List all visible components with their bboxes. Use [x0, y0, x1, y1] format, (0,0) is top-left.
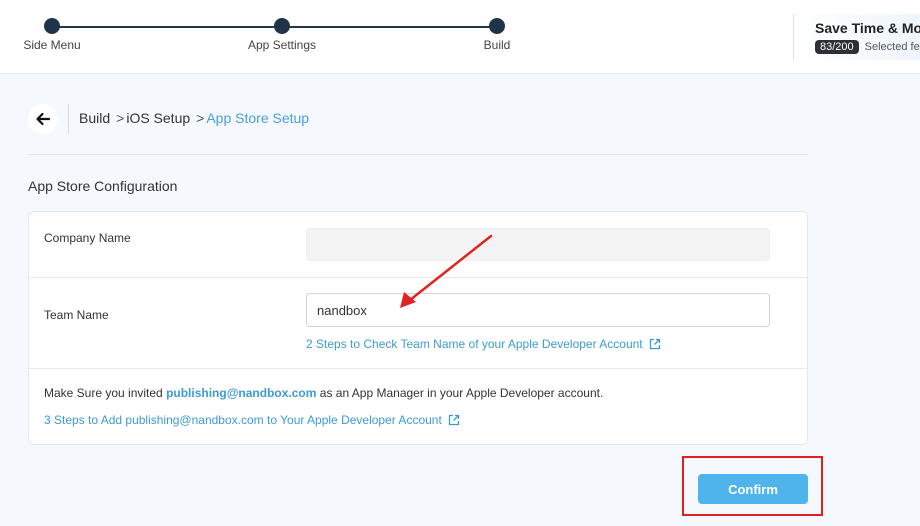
notice-suffix: as an App Manager in your Apple Develope… — [316, 386, 604, 400]
step-side-menu[interactable]: Side Menu — [22, 18, 82, 52]
promo-count-badge: 83/200 — [815, 40, 859, 54]
invite-help-link[interactable]: 3 Steps to Add publishing@nandbox.com to… — [44, 413, 460, 427]
team-name-help-link[interactable]: 2 Steps to Check Team Name of your Apple… — [306, 337, 661, 351]
team-name-help-text: 2 Steps to Check Team Name of your Apple… — [306, 337, 643, 351]
notice-prefix: Make Sure you invited — [44, 386, 167, 400]
step-label: Build — [483, 38, 511, 52]
step-dot — [44, 18, 60, 34]
step-label: Side Menu — [23, 38, 81, 52]
team-name-label: Team Name — [44, 308, 109, 322]
row-divider — [29, 368, 807, 369]
invite-help-text: 3 Steps to Add publishing@nandbox.com to… — [44, 413, 442, 427]
breadcrumb: Build > iOS Setup > App Store Setup — [79, 110, 309, 126]
breadcrumb-separator: > — [116, 110, 125, 126]
breadcrumb-rule — [28, 154, 808, 155]
app-store-config-card: Company Name Team Name 2 Steps to Check … — [28, 211, 808, 445]
section-title: App Store Configuration — [28, 178, 178, 194]
breadcrumb-divider — [68, 104, 69, 134]
step-dot — [274, 18, 290, 34]
confirm-button[interactable]: Confirm — [698, 474, 808, 504]
arrow-left-icon — [36, 112, 51, 126]
step-label: App Settings — [247, 38, 317, 52]
promo-subtitle: Selected fe — [864, 41, 920, 53]
company-name-input[interactable] — [306, 228, 770, 261]
team-name-input[interactable] — [306, 293, 770, 327]
invite-notice: Make Sure you invited publishing@nandbox… — [44, 386, 603, 400]
external-link-icon — [448, 414, 459, 426]
step-app-settings[interactable]: App Settings — [246, 18, 318, 52]
step-dot — [489, 18, 505, 34]
row-divider — [29, 277, 807, 278]
breadcrumb-app-store-setup: App Store Setup — [206, 110, 310, 126]
breadcrumb-separator: > — [196, 110, 205, 126]
promo-title: Save Time & More — [815, 20, 920, 36]
back-button[interactable] — [28, 104, 58, 134]
breadcrumb-ios-setup[interactable]: iOS Setup — [126, 110, 190, 126]
external-link-icon — [649, 338, 660, 350]
notice-email: publishing@nandbox.com — [166, 386, 317, 400]
company-name-label: Company Name — [44, 231, 131, 245]
promo-panel[interactable]: Save Time & More 83/200 Selected fe — [793, 14, 920, 60]
top-stepper-bar: Side Menu App Settings Build Save Time &… — [0, 0, 920, 74]
breadcrumb-build[interactable]: Build — [79, 110, 110, 126]
step-build[interactable]: Build — [482, 18, 512, 52]
